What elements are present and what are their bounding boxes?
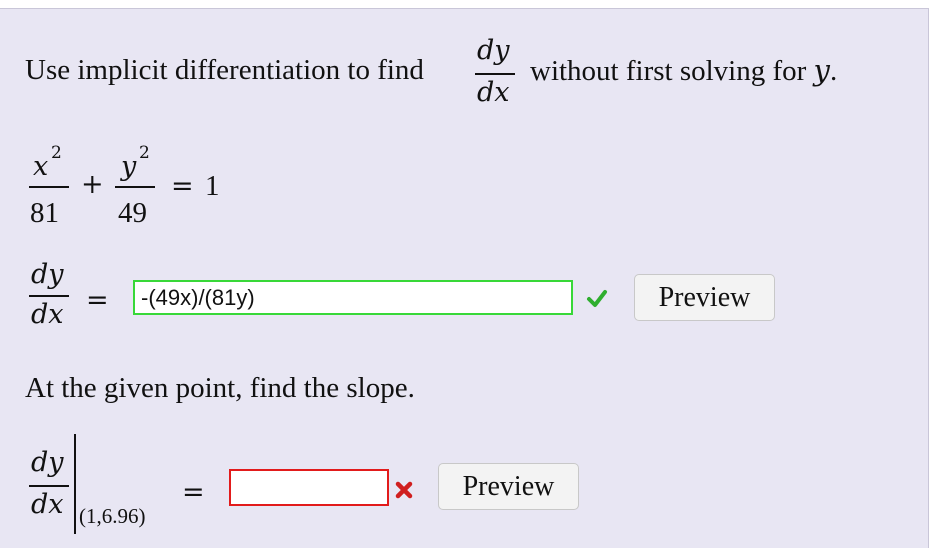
prompt-derivative: dy dx (471, 31, 521, 111)
check-icon (587, 290, 607, 307)
equation-equals: = (171, 171, 194, 202)
prompt-derivative-numerator: dy (477, 35, 510, 66)
term2-exponent: 2 (139, 143, 150, 163)
prompt-text-after-words: without first solving for (530, 55, 807, 87)
part2-derivative-denominator: dx (31, 489, 64, 520)
part2-preview-button[interactable]: Preview (438, 463, 579, 510)
equation-rhs: 1 (205, 170, 220, 202)
prompt-derivative-denominator: dx (477, 77, 510, 108)
part1-derivative: dy dx (25, 259, 75, 349)
part2-equals: = (182, 477, 205, 508)
part2-instruction: At the given point, find the slope. (25, 372, 415, 404)
given-equation: x 2 81 + y 2 49 = 1 (25, 139, 265, 239)
term1-fraction-bar (29, 186, 69, 188)
term1-exponent: 2 (51, 143, 62, 163)
plus-sign: + (81, 169, 104, 200)
part1-answer-input[interactable] (133, 280, 573, 315)
x-icon (395, 481, 413, 499)
prompt-fraction-bar (475, 73, 515, 75)
prompt-variable: y (813, 53, 830, 87)
term2-fraction-bar (115, 186, 155, 188)
prompt-period: . (829, 55, 838, 87)
part2-fraction-bar (29, 485, 69, 487)
part1-preview-button[interactable]: Preview (634, 274, 775, 321)
prompt-text-before: Use implicit differentiation to find (25, 54, 424, 86)
term1-denominator: 81 (30, 197, 59, 229)
part1-fraction-bar (29, 295, 69, 297)
prompt-text-after: without first solving for y. (530, 56, 837, 86)
term2-denominator: 49 (118, 197, 147, 229)
part1-equals: = (86, 285, 109, 316)
term1-numerator: x (33, 151, 49, 182)
part1-derivative-denominator: dx (31, 299, 64, 330)
evaluation-bar (74, 434, 76, 534)
part2-derivative-numerator: dy (31, 447, 64, 478)
evaluation-point: (1,6.96) (79, 504, 146, 528)
term2-numerator: y (121, 151, 137, 182)
part1-derivative-numerator: dy (31, 259, 64, 290)
problem-panel: Use implicit differentiation to find dy … (0, 8, 929, 548)
part2-answer-input[interactable] (229, 469, 389, 506)
part2-derivative: dy dx (25, 449, 75, 539)
